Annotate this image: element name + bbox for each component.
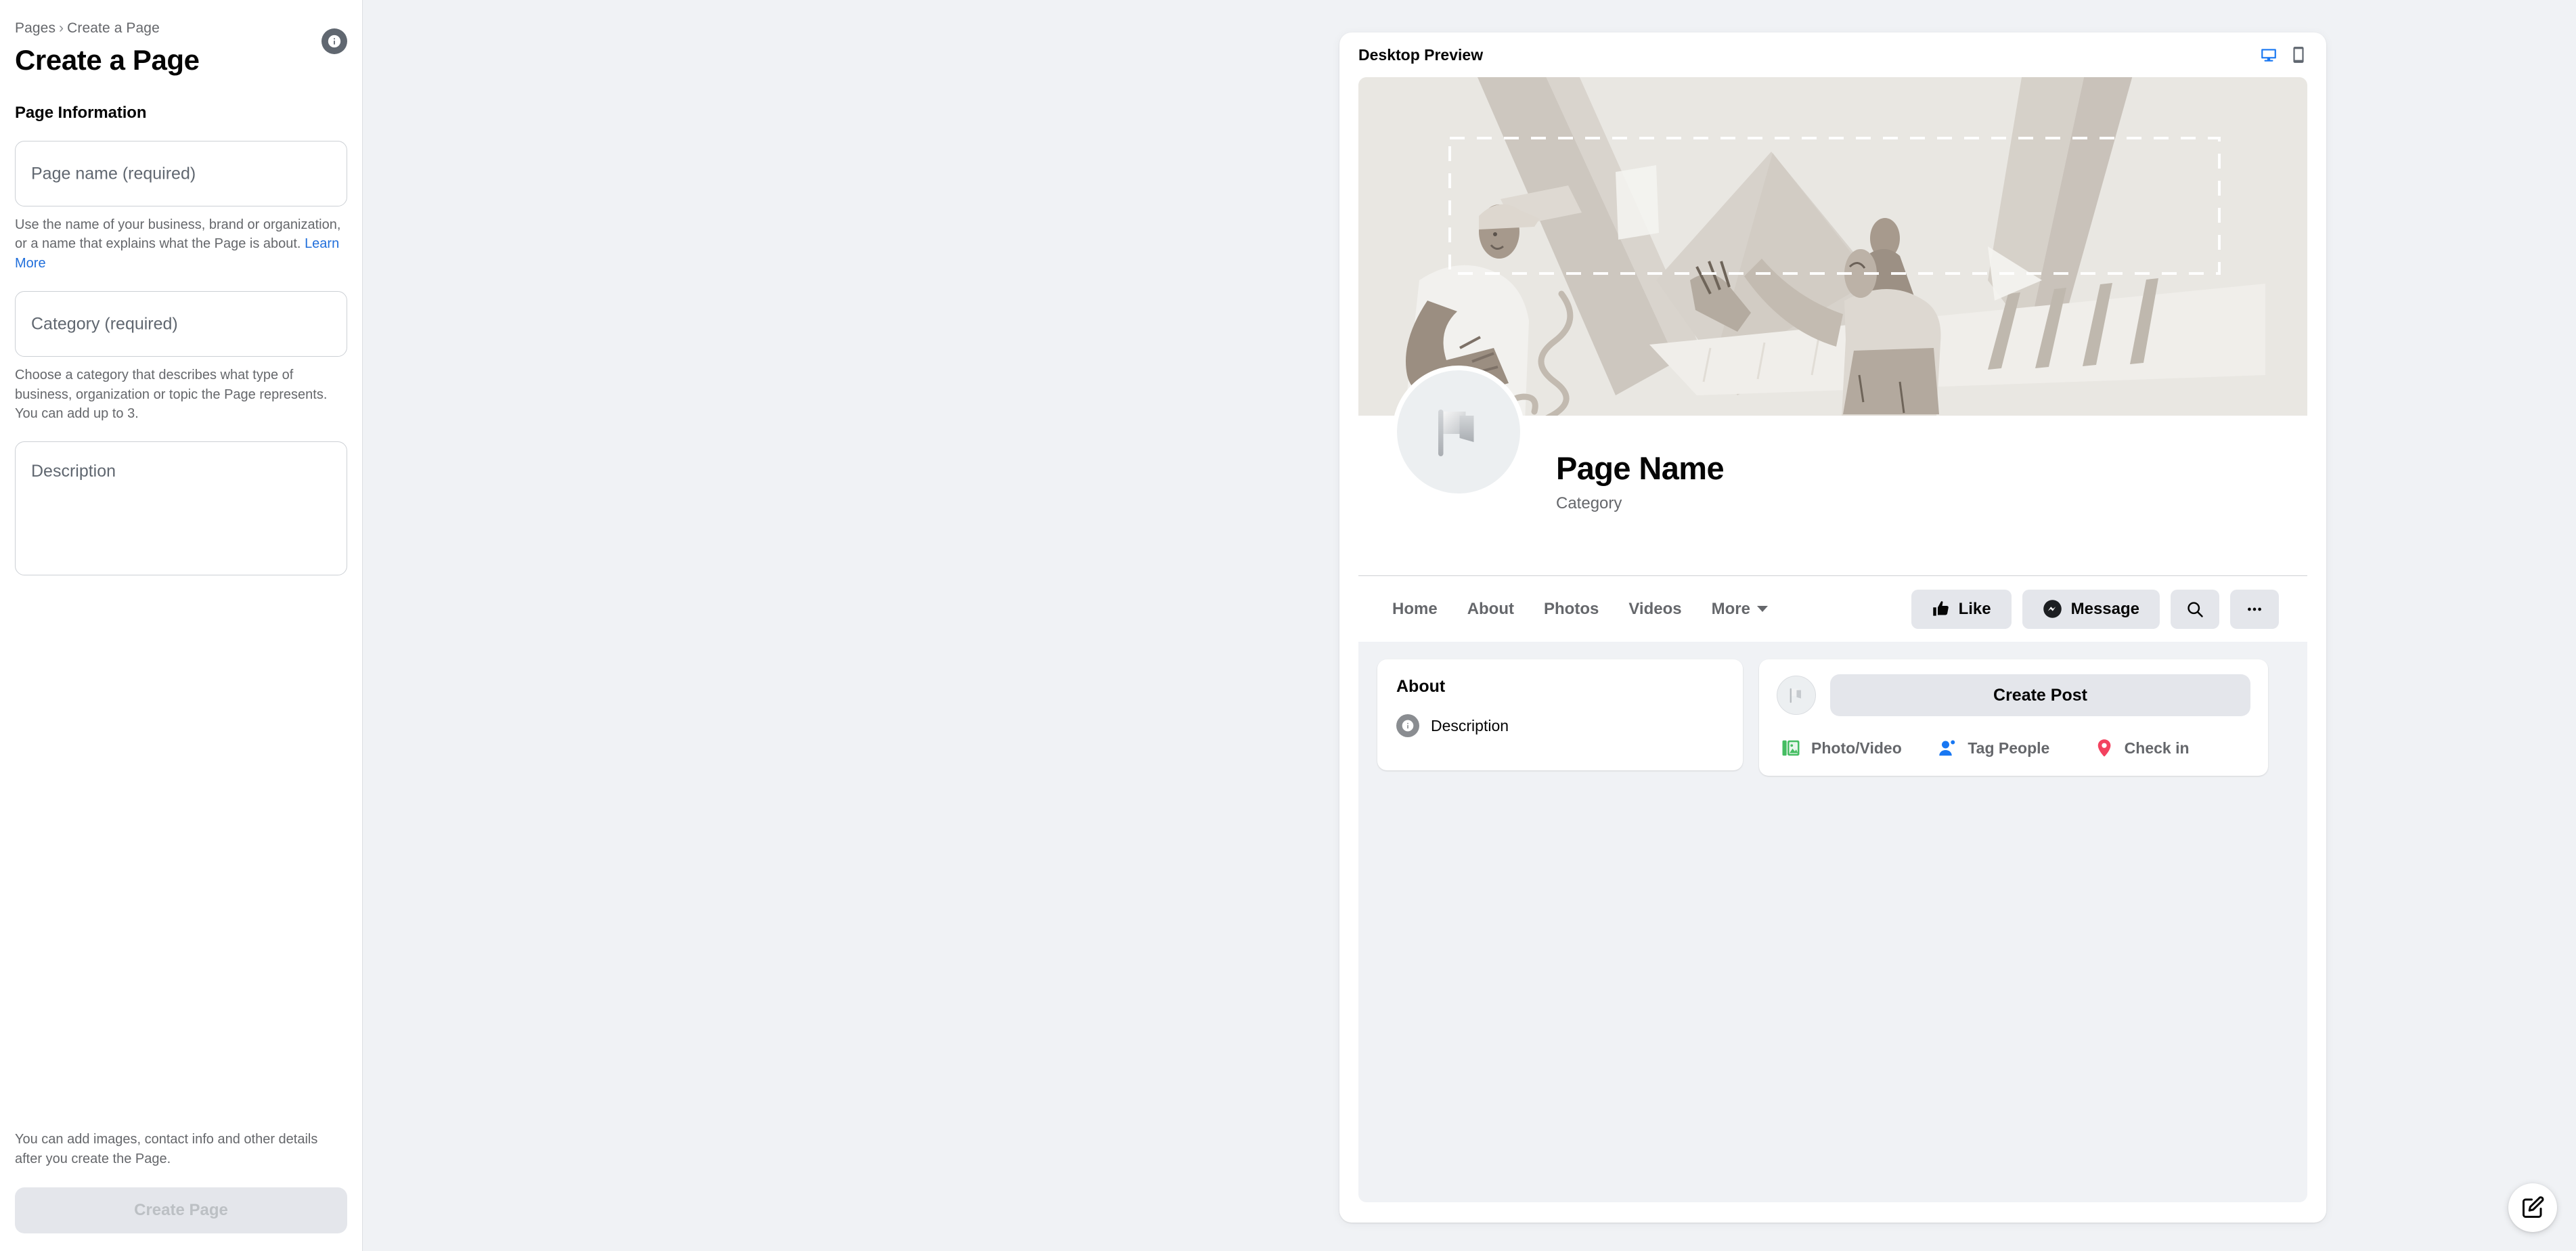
chevron-down-icon (1756, 606, 1768, 612)
tag-people-icon (1939, 740, 1955, 756)
breadcrumb-current: Create a Page (67, 20, 160, 36)
view-toggle-group (2260, 46, 2307, 64)
post-action-row: Photo/Video Tag People Check in (1777, 738, 2250, 758)
breadcrumb-root[interactable]: Pages (15, 20, 55, 36)
tag-people-label: Tag People (1968, 739, 2050, 757)
more-options-button[interactable] (2230, 589, 2279, 629)
tab-about-label: About (1467, 599, 1514, 618)
tab-photos-label: Photos (1544, 599, 1599, 618)
page-content-columns: About Description Create Post Photo/Vide… (1358, 642, 2307, 776)
tab-more-label: More (1711, 599, 1750, 618)
like-button-label: Like (1958, 599, 1991, 618)
compose-icon (2523, 1196, 2544, 1218)
thumbs-up-icon (1932, 601, 1949, 616)
about-description-text: Description (1431, 716, 1509, 734)
preview-page-category: Category (1556, 494, 1622, 512)
desktop-preview-card: Desktop Preview Page Name Category Home … (1339, 32, 2326, 1223)
profile-text-block: Page Name Category (1556, 449, 1725, 513)
flag-icon (1438, 410, 1474, 456)
flag-icon (1790, 688, 1802, 703)
create-post-button[interactable]: Create Post (1830, 674, 2250, 716)
post-author-avatar[interactable] (1777, 676, 1816, 715)
check-in-label: Check in (2124, 739, 2190, 757)
location-pin-icon (2097, 739, 2111, 757)
page-action-buttons: Like Message (1911, 589, 2279, 629)
desktop-glyph (2261, 49, 2276, 62)
tab-photos[interactable]: Photos (1529, 590, 1614, 628)
page-name-helper: Use the name of your business, brand or … (15, 215, 347, 273)
tab-home[interactable]: Home (1377, 590, 1452, 628)
breadcrumb: Pages › Create a Page (15, 0, 347, 37)
description-placeholder: Description (31, 462, 116, 481)
preview-title: Desktop Preview (1358, 45, 1484, 64)
desktop-view-icon[interactable] (2260, 46, 2278, 64)
footer-note: You can add images, contact info and oth… (15, 1132, 318, 1166)
preview-page-name: Page Name (1556, 450, 1725, 486)
left-panel-footer: You can add images, contact info and oth… (0, 1130, 362, 1251)
description-input[interactable]: Description (15, 441, 347, 576)
mobile-glyph (2293, 47, 2304, 63)
about-card-title: About (1396, 677, 1446, 696)
message-button[interactable]: Message (2022, 589, 2160, 629)
info-glyph (328, 35, 341, 48)
tab-home-label: Home (1392, 599, 1438, 618)
page-avatar[interactable] (1392, 366, 1525, 498)
tab-more[interactable]: More (1697, 590, 1783, 628)
page-nav-bar: Home About Photos Videos More Like Messa… (1358, 575, 2307, 642)
photo-video-label: Photo/Video (1811, 739, 1902, 757)
page-name-helper-text: Use the name of your business, brand or … (15, 217, 341, 252)
ellipsis-icon (2248, 607, 2261, 611)
create-page-screen: Pages › Create a Page Create a Page Page I… (0, 0, 2576, 1251)
about-card: About Description (1377, 659, 1743, 770)
info-glyph (1402, 720, 1414, 732)
category-placeholder: Category (required) (31, 314, 178, 334)
tab-about[interactable]: About (1452, 590, 1529, 628)
breadcrumb-separator: › (59, 20, 64, 36)
category-input[interactable]: Category (required) (15, 291, 347, 357)
info-icon[interactable] (321, 28, 347, 54)
tag-people-button[interactable]: Tag People (1937, 738, 2093, 758)
page-title: Create a Page (15, 44, 200, 76)
page-name-placeholder: Page name (required) (31, 164, 196, 183)
preview-header: Desktop Preview (1339, 32, 2326, 77)
page-nav-tabs: Home About Photos Videos More (1377, 590, 1783, 628)
page-name-input[interactable]: Page name (required) (15, 141, 347, 206)
about-description-row: Description (1396, 714, 1724, 737)
message-button-label: Message (2070, 599, 2139, 618)
tab-videos[interactable]: Videos (1614, 590, 1696, 628)
photo-video-button[interactable]: Photo/Video (1781, 738, 1937, 758)
create-page-button[interactable]: Create Page (15, 1187, 347, 1233)
messenger-icon (2043, 600, 2062, 618)
like-button[interactable]: Like (1911, 589, 2012, 629)
left-form-panel: Pages › Create a Page Create a Page Page I… (0, 0, 363, 1251)
info-icon (1396, 714, 1419, 737)
tab-videos-label: Videos (1628, 599, 1682, 618)
cover-photo[interactable] (1358, 77, 2307, 416)
profile-strip: Page Name Category (1358, 366, 2307, 575)
preview-area: Desktop Preview Page Name Category Home … (363, 0, 2576, 1251)
photo-video-icon (1782, 740, 1800, 756)
compose-fab-button[interactable] (2508, 1183, 2557, 1232)
mobile-view-icon[interactable] (2290, 46, 2307, 64)
create-post-card: Create Post Photo/Video Tag People Check… (1759, 659, 2268, 776)
category-helper: Choose a category that describes what ty… (15, 368, 328, 421)
search-button[interactable] (2171, 589, 2219, 629)
cover-illustration (1358, 77, 2307, 416)
check-in-button[interactable]: Check in (2094, 738, 2250, 758)
preview-viewport: Page Name Category Home About Photos Vid… (1358, 77, 2307, 1202)
search-icon (2188, 601, 2203, 617)
create-post-row: Create Post (1777, 674, 2250, 716)
page-information-heading: Page Information (15, 104, 147, 122)
